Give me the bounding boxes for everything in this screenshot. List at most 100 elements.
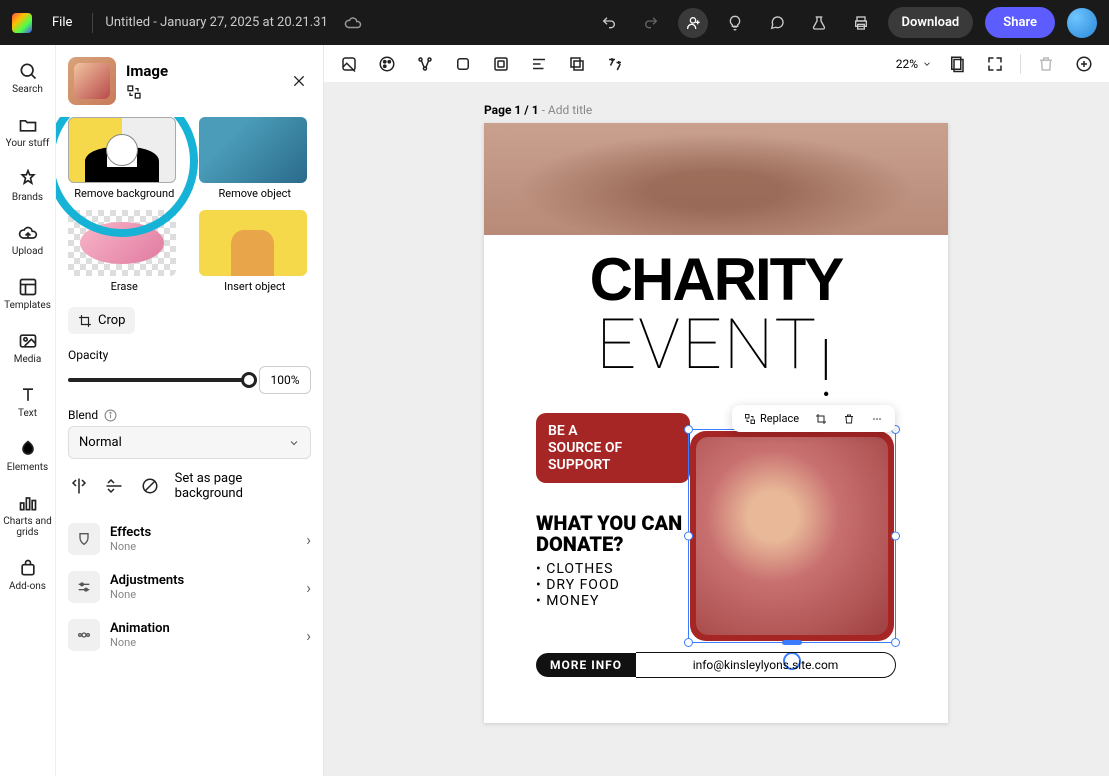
resize-handle[interactable] [891, 638, 900, 647]
more-mini-button[interactable] [867, 411, 887, 427]
trash-icon [843, 413, 855, 425]
panel-title: Image [126, 62, 277, 80]
crop-icon [815, 413, 827, 425]
opacity-value[interactable]: 100% [259, 366, 311, 394]
beaker-icon[interactable] [804, 8, 834, 38]
rail-upload[interactable]: Upload [0, 217, 55, 263]
close-panel-button[interactable] [287, 69, 311, 93]
resize-handle[interactable] [891, 532, 900, 541]
file-menu[interactable]: File [44, 9, 80, 36]
rect-tool-icon[interactable] [450, 51, 476, 77]
remove-background-action[interactable]: Remove background [68, 117, 181, 200]
invite-icon[interactable] [678, 8, 708, 38]
canvas-area: 22% Page 1 / 1 - Add title CHARITY EVENT… [324, 45, 1109, 776]
zoom-control[interactable]: 22% [896, 57, 932, 71]
rail-charts[interactable]: Charts and grids [0, 487, 55, 544]
erase-action[interactable]: Erase [68, 210, 181, 293]
download-button[interactable]: Download [888, 7, 974, 38]
resize-handle[interactable] [684, 425, 693, 434]
ai-swap-icon[interactable] [126, 84, 277, 100]
selected-image-thumb[interactable] [68, 57, 116, 105]
rail-addons[interactable]: Add-ons [0, 552, 55, 598]
upload-icon [18, 223, 38, 243]
rail-label: Search [12, 84, 43, 95]
flip-horizontal-button[interactable] [68, 475, 90, 497]
chevron-right-icon: › [306, 578, 311, 597]
addons-icon [18, 558, 38, 578]
hero-image[interactable] [484, 123, 948, 235]
translate-tool-icon[interactable] [602, 51, 628, 77]
opacity-label: Opacity [68, 348, 311, 362]
redo-button[interactable] [636, 8, 666, 38]
rail-templates[interactable]: Templates [0, 271, 55, 317]
delete-icon[interactable] [1033, 51, 1059, 77]
rail-text[interactable]: Text [0, 379, 55, 425]
frame-tool-icon[interactable] [488, 51, 514, 77]
headline-event[interactable]: EVENT! [484, 314, 948, 393]
fit-icon[interactable] [982, 51, 1008, 77]
rail-elements[interactable]: Elements [0, 433, 55, 479]
app-logo[interactable] [12, 13, 32, 33]
info-icon[interactable] [104, 409, 117, 422]
resize-handle[interactable] [782, 640, 802, 645]
hint-icon[interactable] [720, 8, 750, 38]
adjustments-icon [76, 579, 92, 595]
crop-mini-button[interactable] [811, 411, 831, 427]
design-page[interactable]: CHARITY EVENT! BE A SOURCE OF SUPPORT WH… [484, 123, 948, 723]
rail-label: Brands [12, 192, 43, 203]
rail-search[interactable]: Search [0, 55, 55, 101]
resize-handle[interactable] [684, 532, 693, 541]
action-label: Remove background [74, 187, 174, 200]
more-info-label: MORE INFO [536, 653, 636, 677]
templates-icon [18, 277, 38, 297]
share-button[interactable]: Share [985, 7, 1055, 38]
rail-brands[interactable]: Brands [0, 163, 55, 209]
page-bg-label[interactable]: Set as page background [175, 471, 311, 501]
undo-button[interactable] [594, 8, 624, 38]
rail-label: Elements [7, 462, 48, 473]
color-tool-icon[interactable] [374, 51, 400, 77]
rail-label: Upload [12, 246, 43, 257]
left-rail: Search Your stuff Brands Upload Template… [0, 45, 56, 776]
print-icon[interactable] [846, 8, 876, 38]
crop-label: Crop [98, 313, 125, 328]
properties-panel: Image Remove background Remove object [56, 45, 324, 776]
chevron-right-icon: › [306, 530, 311, 549]
pages-icon[interactable] [944, 51, 970, 77]
more-icon [871, 413, 883, 425]
blend-select[interactable]: Normal [68, 426, 311, 459]
support-box[interactable]: BE A SOURCE OF SUPPORT [536, 413, 690, 483]
effects-icon [76, 531, 92, 547]
crop-button[interactable]: Crop [68, 307, 135, 334]
nodes-tool-icon[interactable] [412, 51, 438, 77]
effects-row[interactable]: EffectsNone › [68, 515, 311, 563]
animation-row[interactable]: AnimationNone › [68, 611, 311, 659]
user-avatar[interactable] [1067, 8, 1097, 38]
stack-tool-icon[interactable] [564, 51, 590, 77]
image-tool-icon[interactable] [336, 51, 362, 77]
top-bar: File Untitled - January 27, 2025 at 20.2… [0, 0, 1109, 45]
replace-button[interactable]: Replace [740, 410, 803, 427]
align-tool-icon[interactable] [526, 51, 552, 77]
text-icon [18, 385, 38, 405]
document-title[interactable]: Untitled - January 27, 2025 at 20.21.31 [105, 15, 327, 30]
add-page-icon[interactable] [1071, 51, 1097, 77]
selection-outline[interactable] [688, 429, 896, 643]
rail-label: Templates [4, 300, 51, 311]
insert-object-action[interactable]: Insert object [199, 210, 312, 293]
rail-media[interactable]: Media [0, 325, 55, 371]
adjustments-row[interactable]: AdjustmentsNone › [68, 563, 311, 611]
action-label: Erase [111, 280, 138, 293]
page-indicator[interactable]: Page 1 / 1 - Add title [484, 103, 592, 117]
canvas-stage[interactable]: Page 1 / 1 - Add title CHARITY EVENT! BE… [324, 83, 1109, 776]
opacity-slider[interactable] [68, 378, 249, 382]
comment-icon[interactable] [762, 8, 792, 38]
action-label: Remove object [218, 187, 291, 200]
more-info-bar[interactable]: MORE INFO info@kinsleylyons.site.com [536, 651, 896, 679]
rail-your-stuff[interactable]: Your stuff [0, 109, 55, 155]
remove-object-action[interactable]: Remove object [199, 117, 312, 200]
resize-handle[interactable] [684, 638, 693, 647]
no-background-button[interactable] [139, 475, 161, 497]
delete-mini-button[interactable] [839, 411, 859, 427]
flip-vertical-button[interactable] [104, 475, 126, 497]
